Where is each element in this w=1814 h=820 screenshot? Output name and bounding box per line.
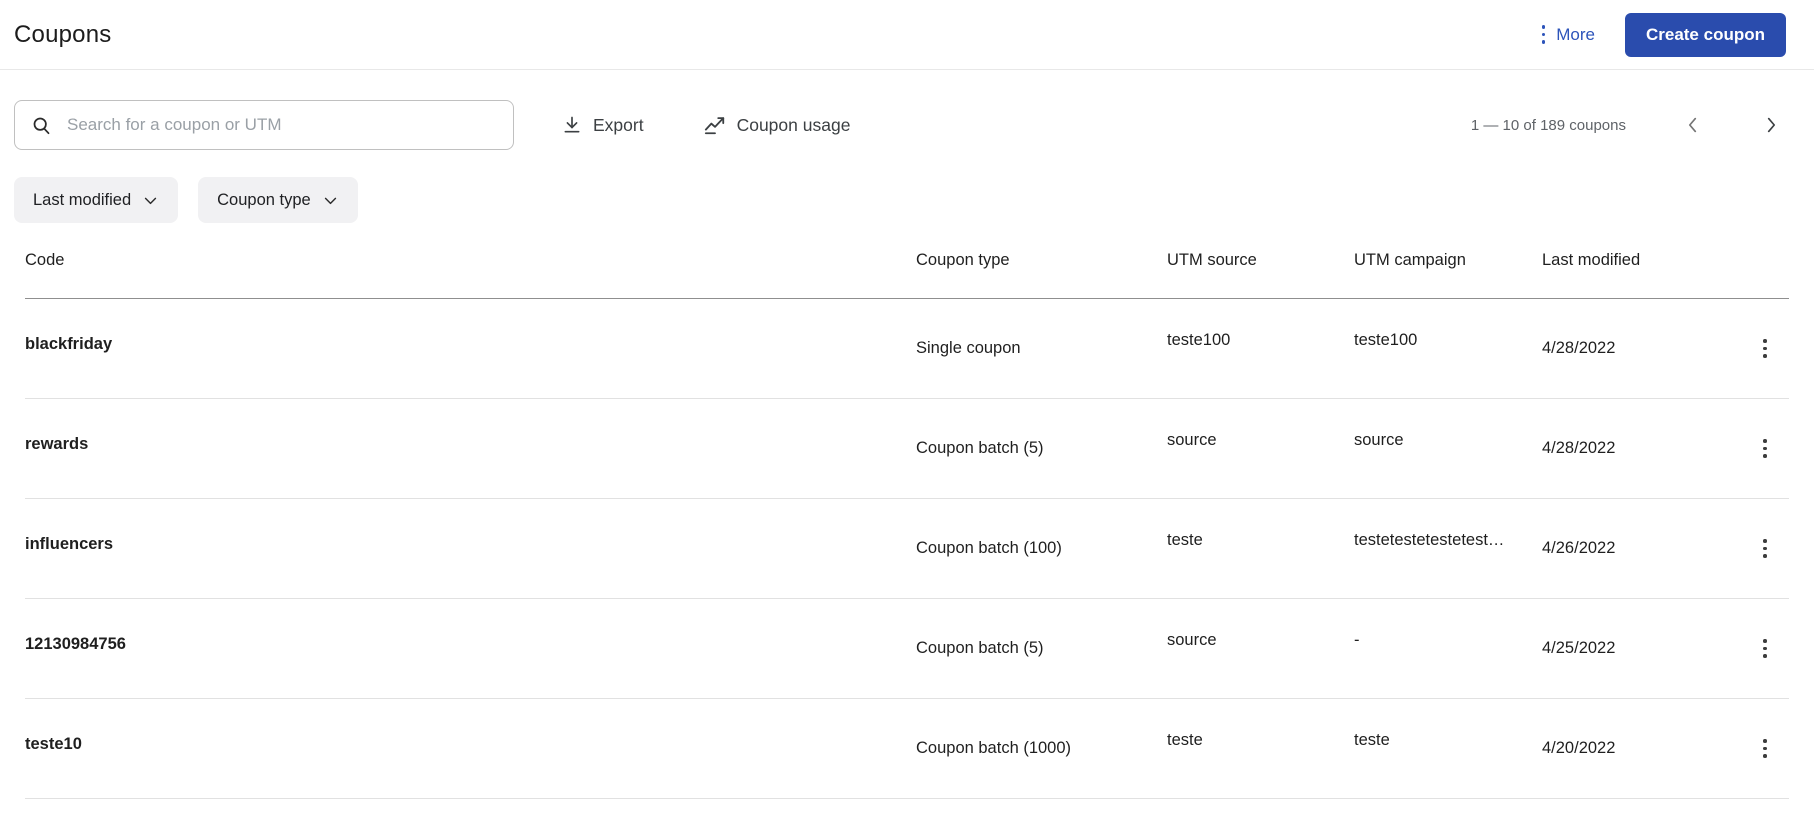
utm-source: teste100	[1167, 331, 1231, 349]
last-modified-date: 4/28/2022	[1542, 439, 1616, 457]
row-menu-button[interactable]	[1745, 729, 1785, 769]
coupon-type: Coupon batch (1000)	[916, 739, 1072, 757]
more-button-label: More	[1556, 24, 1595, 44]
table-row[interactable]: influencers Coupon batch (100) teste tes…	[25, 499, 1789, 599]
last-modified-date: 4/25/2022	[1542, 639, 1616, 657]
kebab-dots-icon	[1763, 739, 1767, 758]
coupon-type: Coupon batch (5)	[916, 639, 1044, 657]
column-header-last-modified: Last modified	[1542, 251, 1641, 269]
search-box[interactable]	[14, 100, 514, 150]
utm-source: teste	[1167, 531, 1203, 549]
utm-campaign: teste	[1354, 731, 1390, 749]
row-menu-button[interactable]	[1745, 629, 1785, 669]
coupon-type: Coupon batch (5)	[916, 439, 1044, 457]
utm-campaign: testetestetestetest…	[1354, 531, 1505, 549]
page-header: Coupons More Create coupon	[0, 0, 1814, 70]
utm-campaign: teste100	[1354, 331, 1418, 349]
column-header-utm-source: UTM source	[1167, 251, 1257, 269]
last-modified-date: 4/26/2022	[1542, 539, 1616, 557]
coupon-usage-button[interactable]: Coupon usage	[698, 113, 857, 137]
kebab-dots-icon	[1763, 339, 1767, 358]
chevron-down-icon	[144, 197, 157, 204]
coupon-code: 12130984756	[25, 635, 126, 653]
trend-chart-icon	[704, 117, 724, 135]
toolbar: Export Coupon usage 1 — 10 of 189 coupon…	[14, 100, 1786, 150]
table-row[interactable]: rewards Coupon batch (5) source source 4…	[25, 399, 1789, 499]
search-icon	[33, 117, 50, 134]
coupon-code: blackfriday	[25, 335, 113, 353]
utm-source: source	[1167, 431, 1217, 449]
more-button[interactable]: More	[1541, 24, 1595, 45]
utm-campaign: source	[1354, 431, 1404, 449]
download-icon	[564, 116, 580, 133]
kebab-dots-icon	[1763, 439, 1767, 458]
next-page-button[interactable]	[1756, 110, 1786, 140]
coupon-code: rewards	[25, 435, 89, 453]
utm-campaign: -	[1354, 631, 1360, 649]
column-header-coupon-type: Coupon type	[916, 251, 1010, 269]
coupon-code: teste10	[25, 735, 82, 753]
table-header-row: Code Coupon type UTM source UTM campaign…	[25, 223, 1789, 299]
header-actions: More Create coupon	[1541, 12, 1786, 57]
utm-source: teste	[1167, 731, 1203, 749]
row-menu-button[interactable]	[1745, 429, 1785, 469]
chevron-left-icon	[1688, 117, 1697, 133]
search-input[interactable]	[65, 114, 497, 136]
filter-coupon-type[interactable]: Coupon type	[198, 177, 358, 223]
export-button[interactable]: Export	[556, 114, 650, 137]
coupon-code: influencers	[25, 535, 114, 553]
filter-last-modified-label: Last modified	[33, 190, 132, 209]
coupon-usage-button-label: Coupon usage	[736, 114, 851, 135]
filter-coupon-type-label: Coupon type	[217, 190, 311, 209]
table-row[interactable]: 12130984756 Coupon batch (5) source - 4/…	[25, 599, 1789, 699]
column-header-utm-campaign: UTM campaign	[1354, 251, 1466, 269]
table-row[interactable]: teste10 Coupon batch (1000) teste teste …	[25, 699, 1789, 799]
pagination-count: 1 — 10 of 189 coupons	[1470, 116, 1626, 134]
utm-source: source	[1167, 631, 1217, 649]
coupon-table: Code Coupon type UTM source UTM campaign…	[25, 223, 1789, 799]
row-menu-button[interactable]	[1745, 329, 1785, 369]
create-coupon-button[interactable]: Create coupon	[1624, 12, 1786, 57]
last-modified-date: 4/28/2022	[1542, 339, 1616, 357]
chevron-right-icon	[1767, 117, 1776, 133]
coupon-type: Coupon batch (100)	[916, 539, 1062, 557]
chevron-down-icon	[324, 197, 336, 204]
page-title: Coupons	[14, 20, 112, 48]
kebab-dots-icon	[1763, 639, 1767, 658]
export-button-label: Export	[593, 114, 644, 135]
previous-page-button[interactable]	[1678, 110, 1708, 140]
table-row[interactable]: blackfriday Single coupon teste100 teste…	[25, 299, 1789, 399]
pagination: 1 — 10 of 189 coupons	[1471, 110, 1786, 140]
filter-bar: Last modified Coupon type	[14, 177, 1800, 223]
column-header-code: Code	[25, 251, 65, 269]
last-modified-date: 4/20/2022	[1542, 739, 1616, 757]
coupon-type: Single coupon	[916, 339, 1021, 357]
kebab-dots-icon	[1763, 539, 1767, 558]
kebab-dots-icon	[1541, 25, 1546, 44]
filter-last-modified[interactable]: Last modified	[14, 177, 179, 223]
row-menu-button[interactable]	[1745, 529, 1785, 569]
